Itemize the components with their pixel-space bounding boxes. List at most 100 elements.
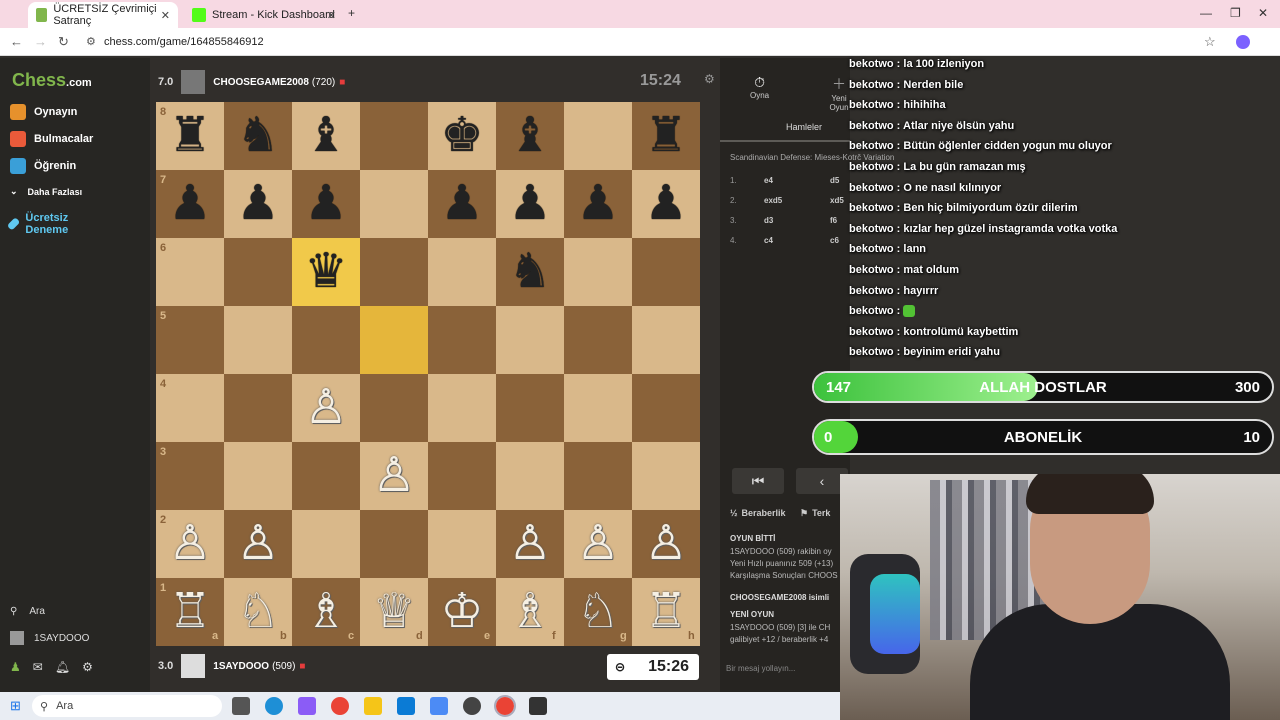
chess-board[interactable]: ♜ ♞ ♝ ♚ ♝ ♜ ♟ ♟ ♟ ♟ ♟ ♟ ♟ ♛ ♞ ♙ ♙ ♙ ♙ ♙ ♙ ♙ ♖ ♘ ♗ ♕ ♔ ♗ ♘ ♖ 8 7 6 5 4 3 2 1 a b… (156, 102, 700, 646)
board-square[interactable] (496, 442, 564, 510)
task-view-icon[interactable] (232, 697, 250, 715)
board-square[interactable] (632, 306, 700, 374)
obs-icon[interactable] (463, 697, 481, 715)
white-piece-icon[interactable]: ♙ (632, 510, 700, 578)
copilot-icon[interactable] (298, 697, 316, 715)
black-piece-icon[interactable]: ♟ (564, 170, 632, 238)
sidebar-item-play[interactable]: Oynayın (10, 104, 77, 120)
forward-icon[interactable]: → (34, 34, 47, 49)
black-piece-icon[interactable]: ♟ (496, 170, 564, 238)
board-square[interactable] (496, 374, 564, 442)
board-square[interactable] (292, 510, 360, 578)
board-square[interactable] (360, 238, 428, 306)
profile-avatar[interactable] (1236, 35, 1250, 49)
board-square[interactable] (360, 170, 428, 238)
tab-new-game[interactable]: ＋ Yeni Oyun (828, 74, 850, 112)
sidebar-search[interactable]: ⚲ Ara (10, 606, 45, 617)
black-piece-icon[interactable]: ♟ (224, 170, 292, 238)
board-square[interactable] (224, 238, 292, 306)
board-square[interactable] (428, 442, 496, 510)
black-piece-icon[interactable]: ♛ (292, 238, 360, 306)
board-square[interactable] (224, 374, 292, 442)
board-square[interactable] (360, 374, 428, 442)
board-square[interactable] (564, 374, 632, 442)
windows-start-icon[interactable]: ⊞ (10, 698, 21, 714)
edge-icon[interactable] (265, 697, 283, 715)
board-square[interactable] (564, 442, 632, 510)
white-piece-icon[interactable]: ♙ (564, 510, 632, 578)
black-piece-icon[interactable]: ♝ (496, 102, 564, 170)
black-piece-icon[interactable]: ♟ (428, 170, 496, 238)
sidebar-item-more[interactable]: ⌄ Daha Fazlası (10, 186, 82, 197)
board-square[interactable] (496, 306, 564, 374)
board-square[interactable] (632, 238, 700, 306)
board-square[interactable] (292, 442, 360, 510)
white-piece-icon[interactable]: ♙ (360, 442, 428, 510)
bookmark-icon[interactable]: ☆ (1204, 34, 1216, 50)
board-square[interactable] (156, 442, 224, 510)
taskbar-search[interactable]: ⚲ Ara (32, 695, 222, 717)
board-square[interactable] (156, 374, 224, 442)
close-tab-icon[interactable]: ✕ (161, 9, 170, 22)
draw-button[interactable]: ½ Beraberlik (730, 508, 786, 518)
black-piece-icon[interactable]: ♜ (156, 102, 224, 170)
chrome-active-icon[interactable] (494, 695, 516, 717)
restore-icon[interactable]: ❐ (1230, 6, 1241, 20)
board-square[interactable] (360, 306, 428, 374)
board-square[interactable] (428, 374, 496, 442)
avatar[interactable] (181, 654, 206, 678)
board-square[interactable] (224, 442, 292, 510)
chess-logo[interactable]: Chess.com (12, 70, 92, 91)
sidebar-user[interactable]: 1SAYDOOO (10, 631, 89, 645)
board-square[interactable] (564, 238, 632, 306)
black-piece-icon[interactable]: ♟ (156, 170, 224, 238)
white-piece-icon[interactable]: ♙ (496, 510, 564, 578)
close-tab-icon[interactable]: ✕ (327, 9, 336, 22)
board-square[interactable] (156, 238, 224, 306)
white-piece-icon[interactable]: ♙ (156, 510, 224, 578)
bell-icon[interactable]: 🔔︎ (55, 660, 70, 674)
tab-chess[interactable]: ÜCRETSİZ Çevrimiçi Satranç ✕ (28, 2, 178, 28)
black-piece-icon[interactable]: ♞ (224, 102, 292, 170)
tab-kick[interactable]: Stream - Kick Dashboard ✕ (184, 2, 344, 28)
white-piece-icon[interactable]: ♙ (292, 374, 360, 442)
site-info-icon[interactable]: ⚙ (86, 35, 96, 48)
board-square[interactable] (564, 102, 632, 170)
white-piece-icon[interactable]: ♙ (224, 510, 292, 578)
black-piece-icon[interactable]: ♝ (292, 102, 360, 170)
minimize-icon[interactable]: — (1200, 6, 1212, 20)
black-piece-icon[interactable]: ♟ (292, 170, 360, 238)
first-move-button[interactable]: ⏮ (732, 468, 784, 494)
resign-button[interactable]: ⚑ Terk (800, 508, 830, 519)
settings-icon[interactable] (529, 697, 547, 715)
url-field[interactable]: chess.com/game/164855846912 (104, 36, 264, 48)
sidebar-item-free-trial[interactable]: Ücretsiz Deneme (6, 212, 80, 236)
board-square[interactable] (156, 306, 224, 374)
board-square[interactable] (632, 374, 700, 442)
black-piece-icon[interactable]: ♟ (632, 170, 700, 238)
avatar[interactable] (181, 70, 206, 94)
close-window-icon[interactable]: ✕ (1258, 6, 1268, 20)
friends-icon[interactable]: ♟ (10, 660, 21, 674)
board-square[interactable] (428, 510, 496, 578)
board-settings-icon[interactable]: ⚙ (704, 72, 715, 86)
board-square[interactable] (224, 306, 292, 374)
board-square[interactable] (564, 306, 632, 374)
board-square[interactable] (428, 306, 496, 374)
board-square[interactable] (360, 510, 428, 578)
message-input[interactable]: Bir mesaj yollayın... (726, 664, 795, 673)
tab-play[interactable]: ⏱ Oyna (750, 74, 769, 100)
new-tab-icon[interactable]: + (348, 6, 355, 20)
file-explorer-icon[interactable] (364, 697, 382, 715)
outlook-icon[interactable] (397, 697, 415, 715)
board-square[interactable] (360, 102, 428, 170)
gear-icon[interactable]: ⚙ (82, 660, 93, 674)
back-icon[interactable]: ← (10, 34, 23, 49)
board-square[interactable] (632, 442, 700, 510)
black-piece-icon[interactable]: ♚ (428, 102, 496, 170)
black-piece-icon[interactable]: ♞ (496, 238, 564, 306)
mail-icon[interactable]: ✉ (33, 660, 43, 674)
sidebar-item-puzzles[interactable]: Bulmacalar (10, 131, 93, 147)
black-piece-icon[interactable]: ♜ (632, 102, 700, 170)
reload-icon[interactable]: ↻ (58, 34, 69, 50)
